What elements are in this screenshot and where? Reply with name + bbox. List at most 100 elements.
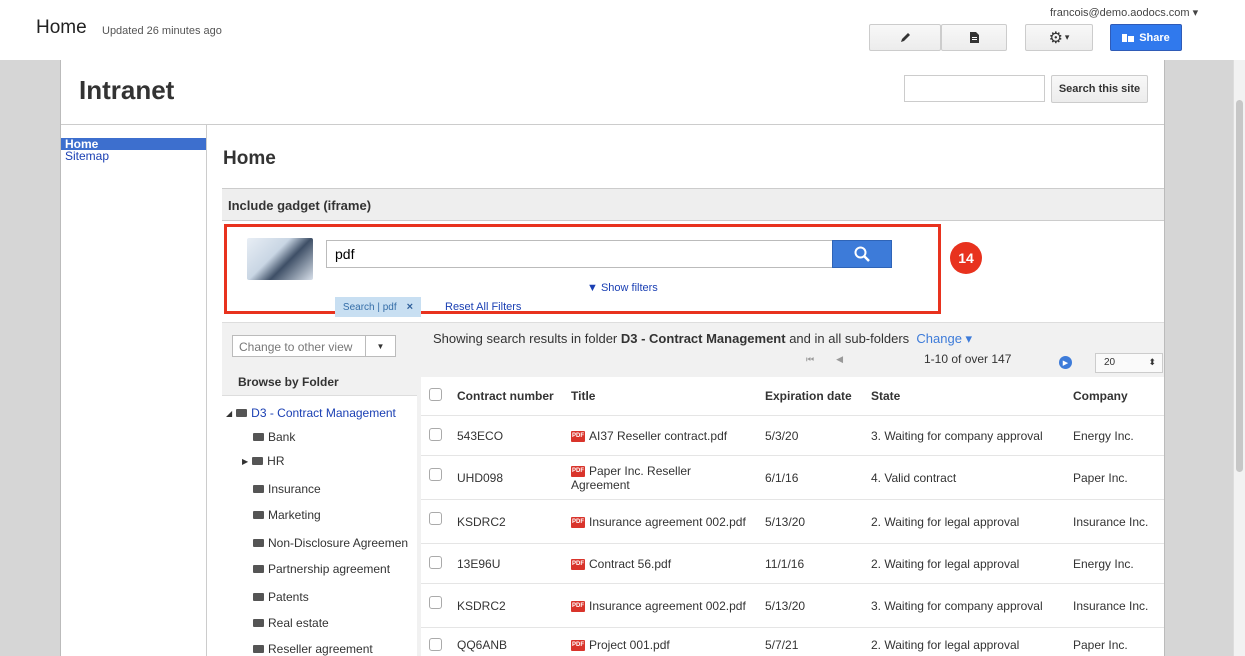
table-header-row: Contract number Title Expiration date St… (421, 377, 1164, 415)
cell-company: Energy Inc. (1073, 428, 1134, 443)
table-row[interactable]: 13E96U PDF Contract 56.pdf 11/1/16 2. Wai… (421, 543, 1164, 583)
cell-state: 3. Waiting for company approval (871, 428, 1043, 443)
results-folder-name: D3 - Contract Management (620, 331, 786, 346)
results-info: Showing search results in folder D3 - Co… (433, 331, 972, 347)
cell-title[interactable]: PDF Contract 56.pdf (571, 544, 751, 583)
search-input[interactable] (326, 240, 834, 268)
folder-item-nda[interactable]: Non-Disclosure Agreemen (253, 536, 408, 550)
cell-title[interactable]: PDF Paper Inc. Reseller Agreement (571, 456, 751, 499)
cell-company: Insurance Inc. (1073, 598, 1149, 613)
share-people-icon (1122, 33, 1135, 42)
cell-number: KSDRC2 (457, 598, 506, 613)
settings-button[interactable]: ⚙ ▾ (1025, 24, 1093, 51)
table-row[interactable]: UHD098 PDF Paper Inc. Reseller Agreement … (421, 455, 1164, 499)
window-scrollbar[interactable] (1233, 60, 1245, 656)
prev-page-icon[interactable]: ◀ (836, 354, 843, 365)
site-title: Intranet (79, 75, 175, 105)
folder-item-bank[interactable]: Bank (253, 430, 295, 444)
folder-item-root[interactable]: ◢ D3 - Contract Management (226, 406, 396, 420)
chevron-down-icon: ▾ (1192, 7, 1199, 19)
chevron-down-icon[interactable]: ▼ (365, 336, 395, 356)
table-row[interactable]: 543ECO PDF AI37 Reseller contract.pdf 5/3… (421, 415, 1164, 455)
cell-state: 2. Waiting for legal approval (871, 514, 1020, 529)
column-header-number[interactable]: Contract number (457, 377, 554, 415)
cell-number: 543ECO (457, 428, 504, 443)
column-header-company[interactable]: Company (1073, 377, 1128, 415)
folder-tree: ◢ D3 - Contract Management Bank ▶ HR Insur… (222, 395, 417, 656)
first-page-icon[interactable]: ⏮ (806, 354, 814, 365)
pdf-icon: PDF (571, 430, 585, 442)
reset-filters-link[interactable]: Reset All Filters (445, 301, 521, 313)
next-page-icon[interactable]: ▶ (1059, 356, 1072, 369)
pdf-icon: PDF (571, 600, 585, 612)
change-folder-link[interactable]: Change ▾ (916, 331, 972, 346)
search-icon (854, 246, 870, 262)
cell-state: 2. Waiting for legal approval (871, 638, 1020, 652)
expand-right-icon[interactable]: ▶ (242, 457, 248, 466)
column-header-state[interactable]: State (871, 377, 900, 415)
cell-company: Insurance Inc. (1073, 514, 1149, 529)
folder-icon (253, 485, 264, 493)
view-select-value: Change to other view (239, 340, 353, 354)
folder-item-partnership[interactable]: Partnership agreement (253, 562, 390, 576)
folder-item-reseller[interactable]: Reseller agreement (253, 642, 373, 656)
cell-expiration: 5/13/20 (765, 514, 806, 529)
cell-number: UHD098 (457, 470, 504, 485)
gear-icon: ⚙ (1048, 29, 1063, 47)
highlight-box: ▼ Show filters Search | pdf × Reset All … (224, 224, 941, 317)
cell-title[interactable]: PDF Insurance agreement 002.pdf (571, 584, 751, 627)
folder-item-patents[interactable]: Patents (253, 590, 309, 604)
sidebar: Home Sitemap (61, 125, 207, 656)
row-checkbox[interactable] (429, 638, 442, 651)
row-checkbox[interactable] (429, 556, 442, 569)
cell-title[interactable]: PDF Insurance agreement 002.pdf (571, 500, 751, 543)
column-header-title[interactable]: Title (571, 377, 595, 415)
gadget-header: Include gadget (iframe) (222, 189, 1164, 221)
table-row[interactable]: QQ6ANB PDF Project 001.pdf 5/7/21 2. Wait… (421, 627, 1164, 656)
search-button[interactable] (832, 240, 892, 268)
cell-expiration: 6/1/16 (765, 470, 799, 485)
cell-state: 2. Waiting for legal approval (871, 556, 1020, 571)
folder-icon (253, 433, 264, 441)
top-bar: Home Updated 26 minutes ago francois@dem… (0, 0, 1245, 60)
cell-state: 4. Valid contract (871, 470, 957, 485)
close-icon[interactable]: × (407, 301, 413, 313)
select-all-checkbox[interactable] (429, 388, 442, 401)
row-checkbox[interactable] (429, 512, 442, 525)
row-checkbox[interactable] (429, 468, 442, 481)
folder-item-insurance[interactable]: Insurance (253, 482, 321, 496)
view-select[interactable]: Change to other view ▼ (232, 335, 396, 357)
expand-down-icon[interactable]: ◢ (226, 409, 232, 418)
edit-button[interactable] (869, 24, 941, 51)
scrollbar-thumb[interactable] (1236, 100, 1243, 472)
cell-expiration: 11/1/16 (765, 556, 805, 571)
cell-expiration: 5/13/20 (765, 598, 806, 613)
cell-company: Energy Inc. (1073, 556, 1134, 571)
cell-title[interactable]: PDF Project 001.pdf (571, 628, 751, 656)
site-search-input[interactable] (904, 75, 1045, 102)
cell-number: KSDRC2 (457, 514, 506, 529)
cell-title[interactable]: PDF AI37 Reseller contract.pdf (571, 416, 751, 455)
chevron-down-icon: ▾ (1064, 32, 1070, 42)
row-checkbox[interactable] (429, 428, 442, 441)
results-table: Contract number Title Expiration date St… (421, 377, 1164, 656)
pdf-icon: PDF (571, 516, 585, 528)
sidebar-item-sitemap[interactable]: Sitemap (61, 150, 206, 162)
share-button[interactable]: Share (1110, 24, 1182, 51)
page-size-select[interactable]: 20 ⬍ (1095, 353, 1163, 373)
folder-item-marketing[interactable]: Marketing (253, 508, 321, 522)
folder-item-hr[interactable]: ▶ HR (242, 454, 285, 468)
folder-icon (253, 539, 264, 547)
results-info-suffix: and in all sub-folders (785, 331, 910, 346)
header-divider (61, 124, 1164, 125)
row-checkbox[interactable] (429, 596, 442, 609)
pdf-icon: PDF (571, 465, 585, 477)
table-row[interactable]: KSDRC2 PDF Insurance agreement 002.pdf 5/… (421, 499, 1164, 543)
show-filters-link[interactable]: ▼ Show filters (587, 282, 658, 294)
folder-item-real-estate[interactable]: Real estate (253, 616, 329, 630)
table-row[interactable]: KSDRC2 PDF Insurance agreement 002.pdf 5/… (421, 583, 1164, 627)
column-header-expiration[interactable]: Expiration date (765, 377, 852, 415)
user-account-menu[interactable]: francois@demo.aodocs.com ▾ (1050, 6, 1198, 19)
new-page-button[interactable] (941, 24, 1007, 51)
search-site-button[interactable]: Search this site (1051, 75, 1148, 103)
